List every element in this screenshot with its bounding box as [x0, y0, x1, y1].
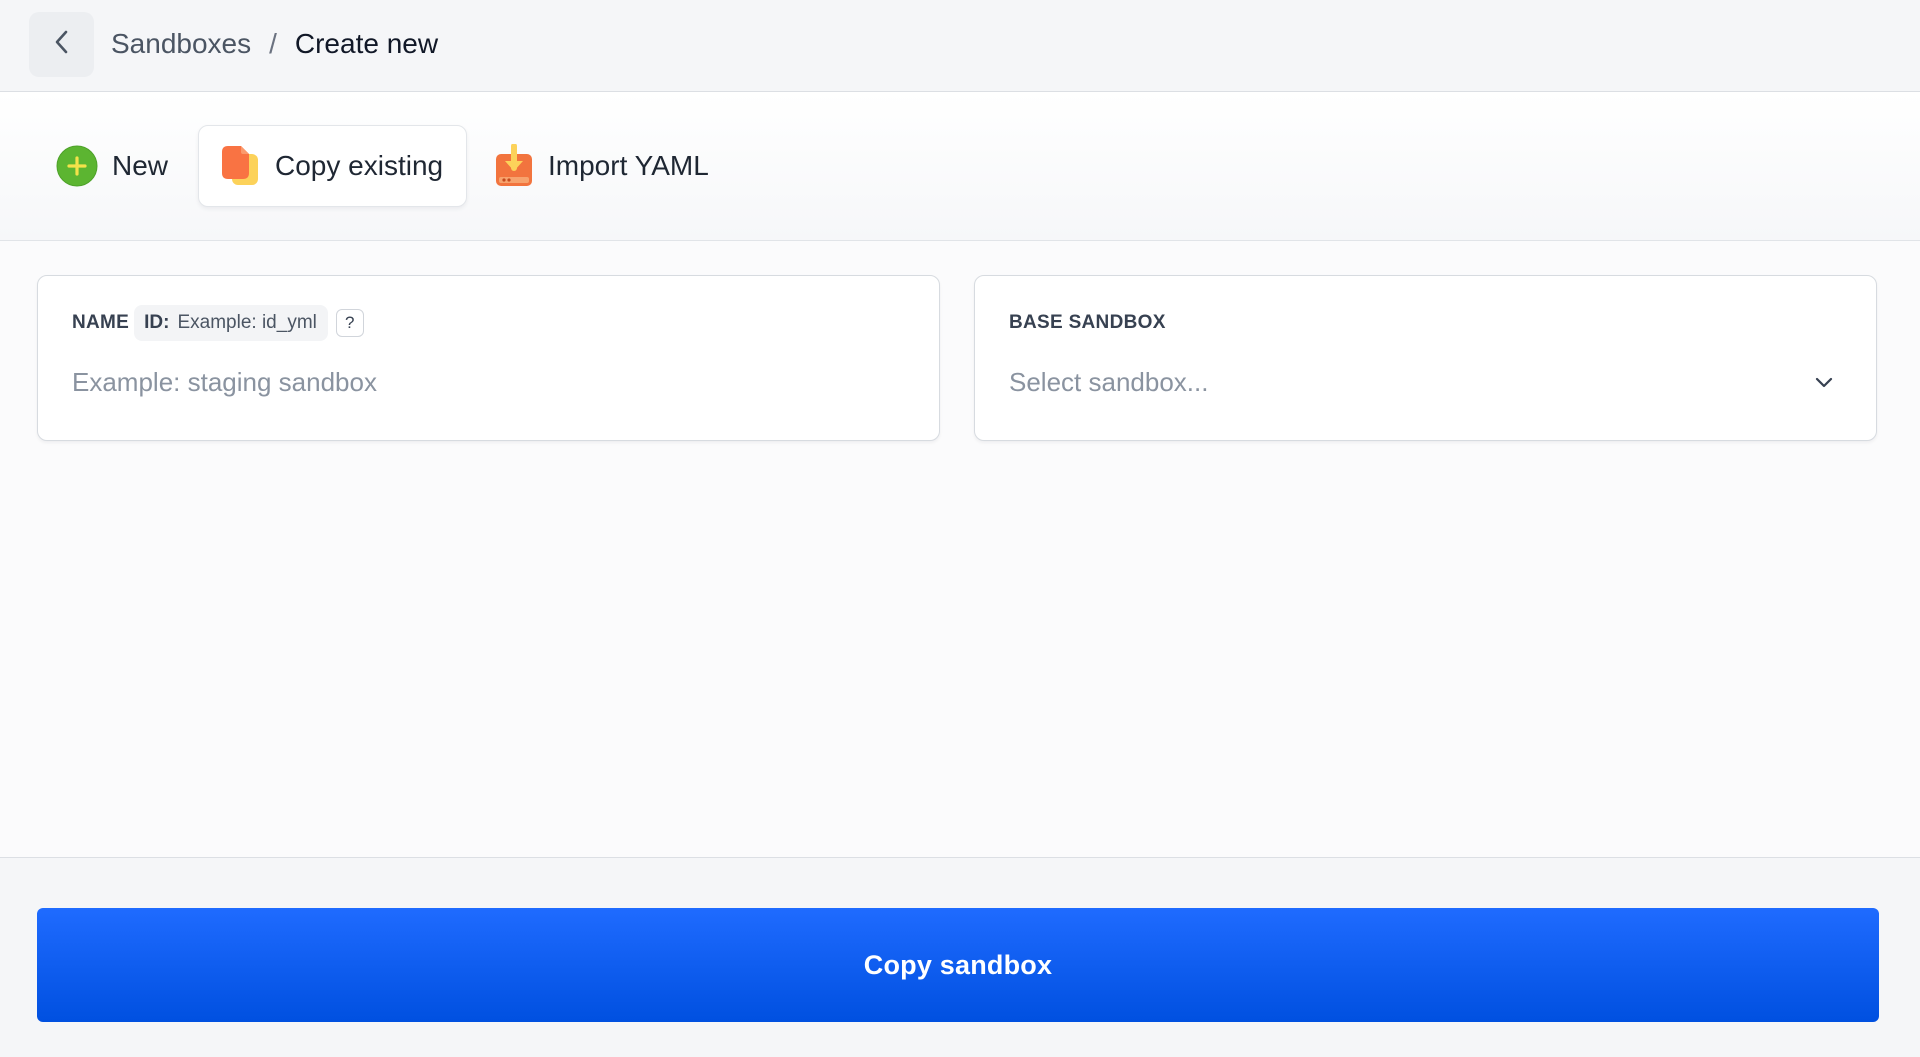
id-chip[interactable]: ID: Example: id_yml	[134, 305, 328, 341]
download-tray-icon	[494, 144, 534, 188]
name-label: NAME	[72, 312, 130, 333]
top-bar: Sandboxes / Create new	[0, 0, 1920, 92]
id-help-button[interactable]: ?	[335, 309, 364, 337]
base-sandbox-field-header: BASE SANDBOX	[1009, 305, 1166, 341]
id-label: ID:	[144, 312, 170, 333]
copy-sandbox-button[interactable]: Copy sandbox	[37, 908, 1879, 1022]
tab-import-yaml[interactable]: Import YAML	[494, 125, 709, 207]
id-placeholder: Example: id_yml	[177, 312, 317, 333]
chevron-left-icon	[51, 27, 73, 62]
back-button[interactable]	[29, 12, 94, 77]
base-sandbox-label: BASE SANDBOX	[1009, 312, 1166, 333]
tab-new[interactable]: New	[56, 125, 168, 207]
name-input[interactable]	[72, 360, 902, 404]
base-sandbox-select-value: Select sandbox...	[1009, 366, 1209, 397]
copy-documents-icon	[219, 144, 263, 188]
breadcrumb-current: Create new	[294, 28, 439, 59]
breadcrumb: Sandboxes / Create new	[111, 26, 438, 62]
tab-copy-existing-label: Copy existing	[275, 150, 444, 181]
name-field-header: NAME ID: Example: id_yml ?	[72, 305, 364, 341]
creation-mode-tabs: New Copy existing Import YAML	[0, 92, 1920, 241]
plus-circle-icon	[56, 145, 98, 187]
breadcrumb-separator: /	[269, 28, 277, 59]
tab-new-label: New	[112, 150, 169, 181]
base-sandbox-field-card: BASE SANDBOX Select sandbox...	[974, 275, 1877, 441]
form-area: NAME ID: Example: id_yml ? BASE SANDBOX …	[0, 241, 1920, 858]
breadcrumb-link-sandboxes[interactable]: Sandboxes	[111, 26, 251, 62]
name-field-card: NAME ID: Example: id_yml ?	[37, 275, 940, 441]
footer: Copy sandbox	[0, 858, 1920, 1057]
chevron-down-icon	[1813, 375, 1835, 389]
tab-copy-existing[interactable]: Copy existing	[198, 125, 467, 207]
tab-import-yaml-label: Import YAML	[548, 150, 709, 181]
base-sandbox-select[interactable]: Select sandbox...	[1009, 360, 1843, 404]
